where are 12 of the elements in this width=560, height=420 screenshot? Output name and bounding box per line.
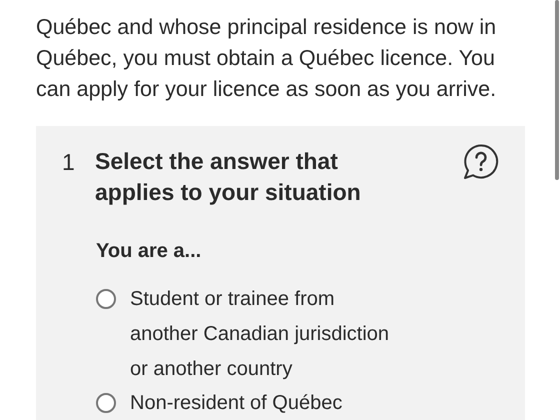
radio-button[interactable] <box>96 289 116 309</box>
scrollbar[interactable] <box>555 0 559 180</box>
help-icon[interactable] <box>462 143 500 181</box>
step-number: 1 <box>62 148 76 176</box>
option-label: Student or trainee from another Canadian jurisdiction or another country <box>130 287 390 382</box>
option-label: Non-resident of Québec <box>130 391 342 416</box>
radio-button[interactable] <box>96 393 116 413</box>
intro-paragraph: Québec and whose principal residence is now in Québec, you must obtain a Québec licence. You can apply for your licence as soon as you arrive. <box>36 14 498 103</box>
question-prompt: You are a... <box>96 240 202 263</box>
question-title: Select the answer that applies to your situation <box>95 147 362 207</box>
radio-option[interactable]: Student or trainee from another Canadian jurisdiction or another country <box>96 283 525 387</box>
radio-option[interactable]: Non-resident of Québec <box>96 387 525 420</box>
